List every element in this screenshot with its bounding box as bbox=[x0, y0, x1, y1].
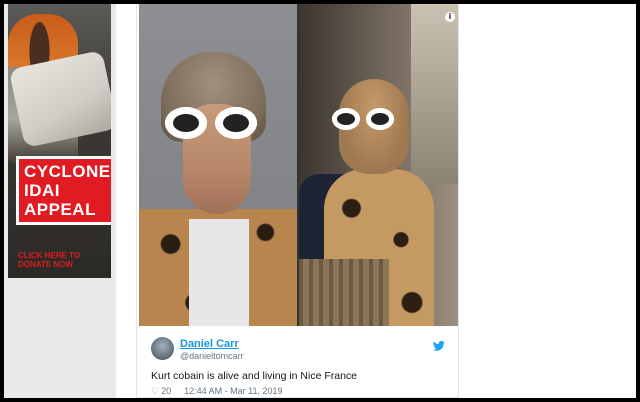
cafe-window bbox=[411, 4, 458, 184]
twitter-bird-icon[interactable] bbox=[433, 341, 445, 351]
white-sunglasses-left bbox=[165, 107, 260, 141]
lens bbox=[366, 108, 394, 130]
tweet-meta: ♡ 20 12:44 AM - Mar 11, 2019 bbox=[151, 386, 283, 397]
like-count[interactable]: 20 bbox=[161, 386, 171, 396]
author-name[interactable]: Daniel Carr bbox=[180, 338, 239, 350]
page-frame: CYCLONE IDAI APPEAL CLICK HERE TO DONATE… bbox=[4, 4, 636, 398]
right-blank-column bbox=[475, 4, 636, 398]
white-sunglasses-right bbox=[332, 108, 394, 132]
ad-title: CYCLONE IDAI APPEAL bbox=[16, 156, 111, 225]
lens bbox=[165, 107, 207, 139]
tweet-timestamp[interactable]: 12:44 AM - Mar 11, 2019 bbox=[184, 386, 282, 396]
lens bbox=[215, 107, 257, 139]
ad-title-line-1: CYCLONE bbox=[24, 162, 111, 181]
ad-cta-line-2: DONATE NOW bbox=[18, 260, 73, 269]
rattan-chair bbox=[299, 259, 389, 326]
embedded-tweet[interactable]: i Daniel Carr @danieltomcarr Kurt cobain… bbox=[136, 4, 459, 398]
ad-cta-line-1: CLICK HERE TO bbox=[18, 251, 81, 260]
author-handle[interactable]: @danieltomcarr bbox=[180, 351, 244, 361]
tweet-photo[interactable]: i bbox=[139, 4, 458, 326]
white-shirt bbox=[189, 219, 249, 326]
cyclone-appeal-ad[interactable]: CYCLONE IDAI APPEAL CLICK HERE TO DONATE… bbox=[8, 4, 111, 278]
tweet-text: Kurt cobain is alive and living in Nice … bbox=[151, 370, 358, 382]
photo-right-panel bbox=[299, 4, 458, 326]
heart-icon[interactable]: ♡ bbox=[151, 386, 159, 396]
lens bbox=[332, 108, 360, 130]
info-icon[interactable]: i bbox=[445, 12, 455, 22]
ad-donate-link[interactable]: CLICK HERE TO DONATE NOW bbox=[18, 251, 80, 269]
tweet-author[interactable]: Daniel Carr @danieltomcarr bbox=[151, 337, 441, 361]
ad-title-line-3: APPEAL bbox=[24, 200, 96, 219]
avatar[interactable] bbox=[151, 337, 174, 360]
photo-left-panel bbox=[139, 4, 297, 326]
article-column: i Daniel Carr @danieltomcarr Kurt cobain… bbox=[122, 4, 475, 398]
ad-title-line-2: IDAI bbox=[24, 181, 60, 200]
left-ad-column: CYCLONE IDAI APPEAL CLICK HERE TO DONATE… bbox=[4, 4, 116, 398]
